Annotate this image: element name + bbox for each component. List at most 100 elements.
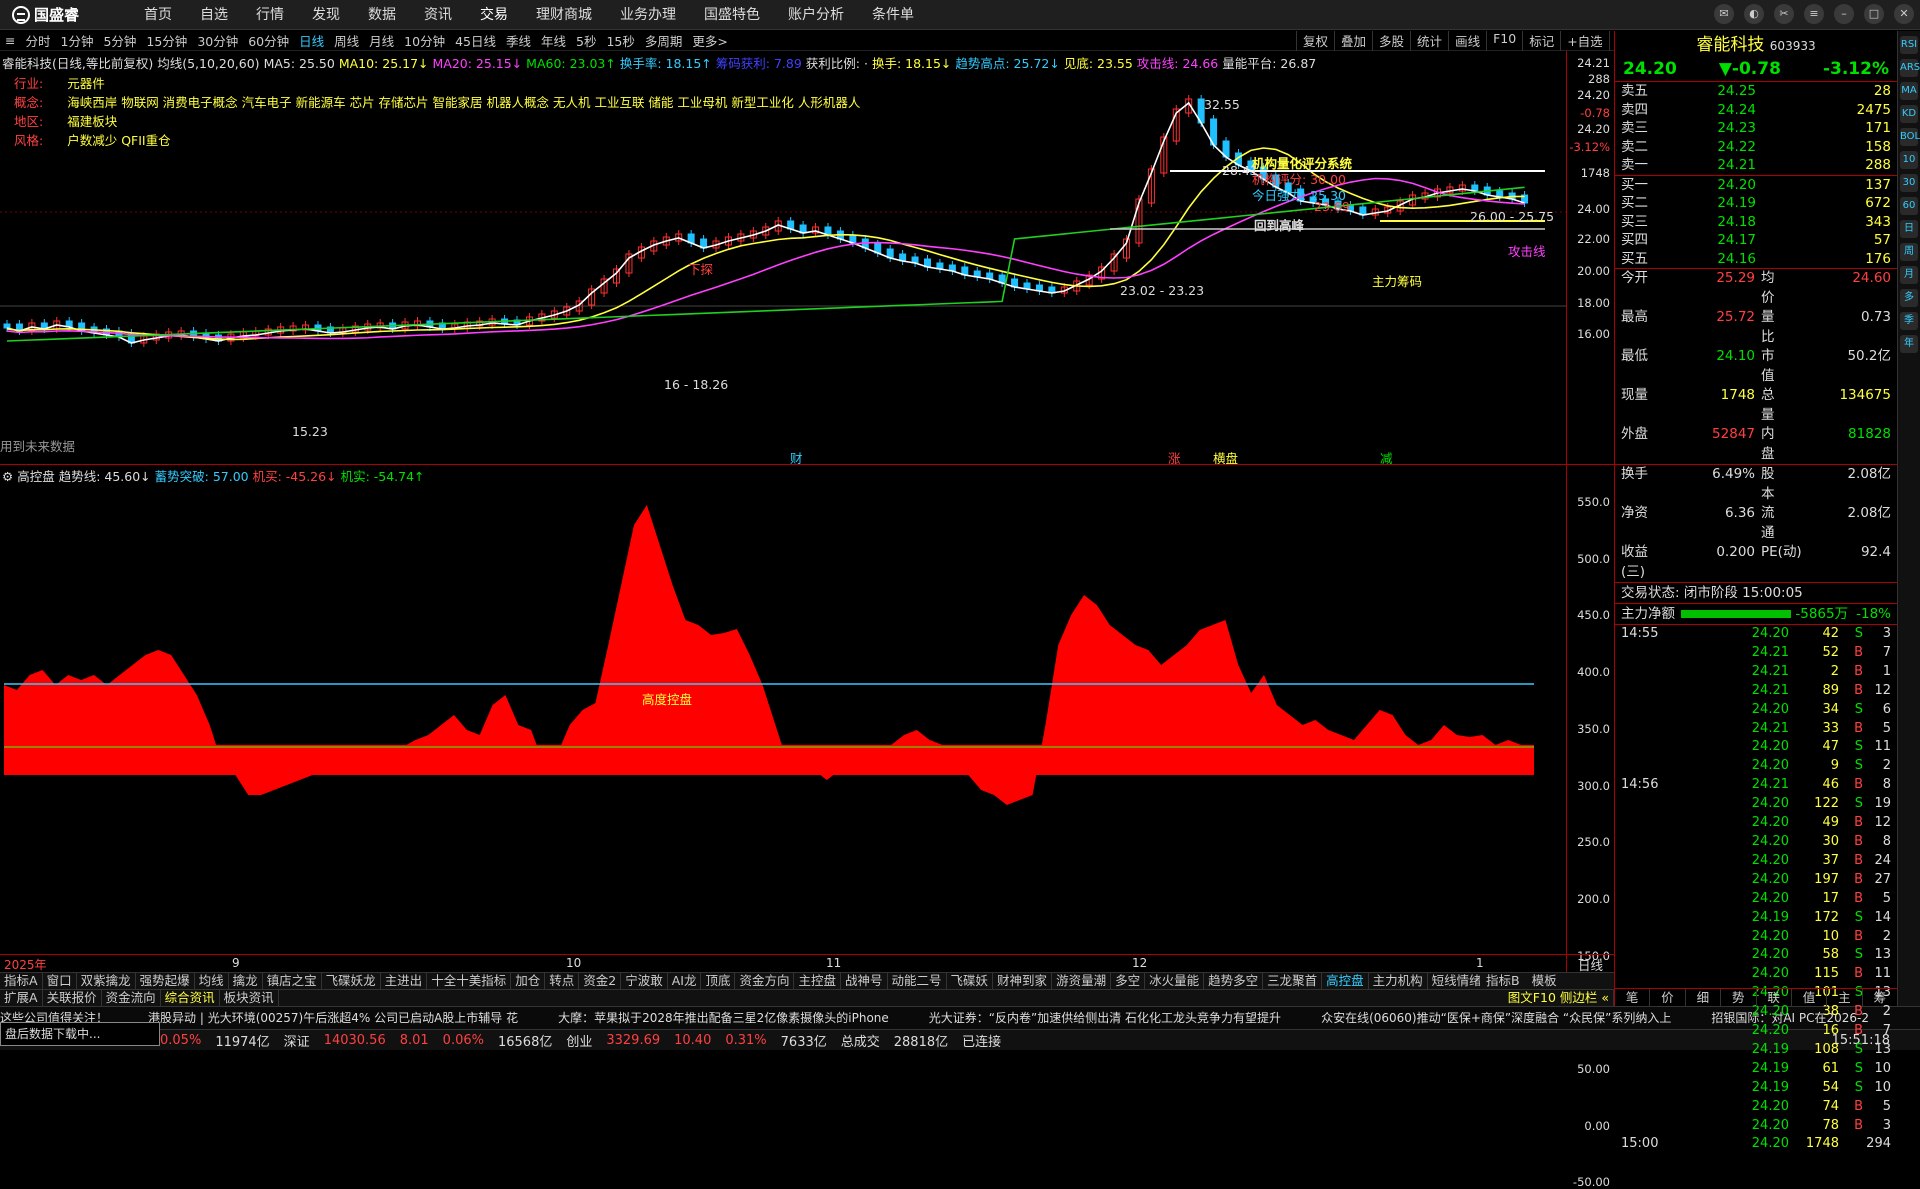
- sidebar-button[interactable]: 日: [1900, 220, 1918, 238]
- indicator-tab[interactable]: 窗口: [43, 973, 77, 989]
- period-tab[interactable]: 5分钟: [98, 31, 141, 50]
- indicator-tab[interactable]: 动能二号: [888, 973, 947, 989]
- quote-tab[interactable]: 联: [1757, 989, 1792, 1006]
- nav-item[interactable]: 交易: [466, 0, 522, 30]
- nav-item[interactable]: 国盛特色: [690, 0, 774, 30]
- menu-icon[interactable]: ≡: [1804, 4, 1824, 24]
- quote-tab[interactable]: 主: [1827, 989, 1863, 1006]
- tools-icon[interactable]: ✂: [1774, 4, 1794, 24]
- sidebar-button[interactable]: KD: [1900, 105, 1918, 123]
- sidebar-button[interactable]: 季: [1900, 312, 1918, 330]
- nav-item[interactable]: 条件单: [858, 0, 928, 30]
- quote-tab[interactable]: 势: [1721, 989, 1757, 1006]
- indicator-name[interactable]: 高控盘: [17, 469, 55, 484]
- quote-tab[interactable]: 筹: [1863, 989, 1898, 1006]
- indicator-tab[interactable]: 趋势多空: [1204, 973, 1264, 989]
- indicator-tab[interactable]: 资金方向: [735, 973, 795, 989]
- indicator-tab[interactable]: 三龙聚首: [1263, 973, 1323, 989]
- toolbar-button[interactable]: F10: [1486, 31, 1522, 51]
- sidebar-button[interactable]: 月: [1900, 266, 1918, 284]
- toolbar-button[interactable]: 复权: [1296, 31, 1334, 51]
- toolbar-button[interactable]: +自选: [1560, 31, 1608, 51]
- indicator-tab-right[interactable]: 模板: [1526, 973, 1563, 989]
- period-tab[interactable]: 年线: [536, 31, 571, 50]
- indicator-tab[interactable]: 主进出: [381, 973, 428, 989]
- period-tab[interactable]: 15秒: [601, 31, 639, 50]
- quote-tab[interactable]: 价: [1650, 989, 1686, 1006]
- info-tab[interactable]: 资金流向: [102, 990, 161, 1006]
- period-tab[interactable]: 更多>: [687, 31, 732, 50]
- indicator-tab[interactable]: AI龙: [668, 973, 702, 989]
- sidebar-button[interactable]: 多: [1900, 289, 1918, 307]
- indicator-tab[interactable]: 财神到家: [993, 973, 1053, 989]
- minimize-icon[interactable]: –: [1834, 4, 1854, 24]
- indicator-tab[interactable]: 双紫擒龙: [77, 973, 136, 989]
- toolbar-button[interactable]: 叠加: [1334, 31, 1372, 51]
- period-tab[interactable]: 日线: [294, 31, 329, 50]
- toolbar-button[interactable]: 画线: [1448, 31, 1486, 51]
- indicator-tab[interactable]: 飞碟妖: [947, 973, 994, 989]
- sidebar-button[interactable]: 年: [1900, 335, 1918, 353]
- kline-chart[interactable]: 睿能科技(日线,等比前复权) 均线(5,10,20,60) MA5: 25.50…: [0, 51, 1566, 466]
- menu-toggle-icon[interactable]: ≡: [0, 33, 20, 48]
- indicator-tab[interactable]: 主力机构: [1369, 973, 1428, 989]
- period-tab[interactable]: 60分钟: [243, 31, 294, 50]
- sidebar-button[interactable]: MA: [1900, 82, 1918, 100]
- nav-item[interactable]: 行情: [242, 0, 298, 30]
- news-item[interactable]: 光大证券：“反内卷”加速供给侧出清 石化化工龙头竞争力有望提升: [929, 1011, 1281, 1025]
- tick-list[interactable]: 14:55 24.20 42 S 3 24.21 52 B 7 24.21 2 B 1 24.21 89 B 1…: [1615, 625, 1897, 1154]
- sidebar-button[interactable]: 60: [1900, 197, 1918, 215]
- nav-item[interactable]: 业务办理: [606, 0, 690, 30]
- nav-item[interactable]: 自选: [186, 0, 242, 30]
- sidebar-button[interactable]: ARS: [1900, 59, 1920, 77]
- indicator-tab[interactable]: 镇店之宝: [263, 973, 322, 989]
- indicator-tab[interactable]: 高控盘: [1322, 973, 1369, 989]
- indicator-tab[interactable]: 冰火量能: [1145, 973, 1205, 989]
- info-tab[interactable]: 关联报价: [43, 990, 102, 1006]
- indicator-tab[interactable]: 顶底: [701, 973, 736, 989]
- sidebar-button[interactable]: 周: [1900, 243, 1918, 261]
- period-tab[interactable]: 5秒: [571, 31, 601, 50]
- indicator-tab[interactable]: 强势起爆: [136, 973, 195, 989]
- indicator-tab[interactable]: 游资量潮: [1052, 973, 1112, 989]
- indicator-tab[interactable]: 指标A: [0, 973, 43, 989]
- indicator-tab[interactable]: 加仓: [511, 973, 546, 989]
- quote-tab[interactable]: 值: [1792, 989, 1828, 1006]
- sidebar-button[interactable]: 30: [1900, 174, 1918, 192]
- indicator-chart[interactable]: ⚙ 高控盘 趋势线: 45.60↓ 蓄势突破: 57.00 机买: -45.26…: [0, 464, 1566, 954]
- indicator-tab[interactable]: 战神号: [841, 973, 888, 989]
- period-tab[interactable]: 10分钟: [399, 31, 450, 50]
- skin-icon[interactable]: ◐: [1744, 4, 1764, 24]
- nav-item[interactable]: 数据: [354, 0, 410, 30]
- indicator-tab[interactable]: 宁波敢: [621, 973, 668, 989]
- indicator-tab[interactable]: 转点: [545, 973, 580, 989]
- gear-icon[interactable]: ⚙: [2, 469, 13, 484]
- toolbar-button[interactable]: 统计: [1410, 31, 1448, 51]
- quote-tab[interactable]: 细: [1686, 989, 1722, 1006]
- indicator-tab[interactable]: 主控盘: [794, 973, 841, 989]
- sidebar-button[interactable]: 10: [1900, 151, 1918, 169]
- indicator-tab[interactable]: 多空: [1111, 973, 1146, 989]
- period-tab[interactable]: 季线: [501, 31, 536, 50]
- maximize-icon[interactable]: □: [1864, 4, 1884, 24]
- period-tab[interactable]: 15分钟: [141, 31, 192, 50]
- indicator-tab[interactable]: 资金2: [579, 973, 622, 989]
- indicator-tab[interactable]: 擒龙: [229, 973, 263, 989]
- period-tab[interactable]: 月线: [364, 31, 399, 50]
- nav-item[interactable]: 账户分析: [774, 0, 858, 30]
- news-item[interactable]: 大摩：苹果拟于2028年推出配备三星2亿像素摄像头的iPhone: [558, 1011, 889, 1025]
- period-tab[interactable]: 分时: [20, 31, 55, 50]
- toolbar-button[interactable]: 多股: [1372, 31, 1410, 51]
- nav-item[interactable]: 理财商城: [522, 0, 606, 30]
- info-tab[interactable]: 扩展A: [0, 990, 43, 1006]
- nav-item[interactable]: 发现: [298, 0, 354, 30]
- period-indicator[interactable]: 日线: [1566, 954, 1614, 973]
- nav-item[interactable]: 资讯: [410, 0, 466, 30]
- info-tab[interactable]: 板块资讯: [220, 990, 279, 1006]
- toolbar-button[interactable]: 标记: [1522, 31, 1560, 51]
- quote-tab[interactable]: 笔: [1615, 989, 1651, 1006]
- indicator-tab[interactable]: 飞碟妖龙: [322, 973, 381, 989]
- close-icon[interactable]: ✕: [1894, 4, 1914, 24]
- period-tab[interactable]: 45日线: [450, 31, 501, 50]
- sidebar-button[interactable]: BOL: [1900, 128, 1920, 146]
